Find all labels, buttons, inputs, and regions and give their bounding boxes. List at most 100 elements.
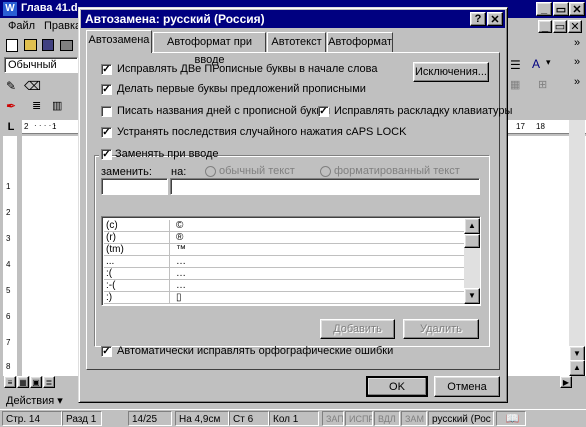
- text-direction-icon[interactable]: ≣: [32, 99, 41, 112]
- two-caps-checkbox[interactable]: ✓: [101, 64, 112, 75]
- status-language[interactable]: русский (Рос: [428, 411, 494, 426]
- font-color-icon[interactable]: A: [532, 57, 540, 71]
- doc-close-button[interactable]: ✕: [568, 20, 582, 33]
- delete-button[interactable]: Удалить: [403, 319, 479, 339]
- status-ovr[interactable]: ЗАМ: [401, 411, 427, 426]
- exceptions-button[interactable]: Исключения...: [413, 62, 489, 82]
- ok-button[interactable]: OK: [366, 376, 428, 397]
- scroll-up-icon[interactable]: ▲: [464, 218, 480, 234]
- page-view-button[interactable]: ▣: [30, 376, 42, 388]
- list-icon[interactable]: ☰: [510, 58, 521, 72]
- first-letter-checkbox[interactable]: ✓: [101, 84, 112, 95]
- cancel-button[interactable]: Отмена: [434, 376, 500, 397]
- eraser-icon[interactable]: ⌫: [24, 79, 41, 93]
- help-button[interactable]: ?: [470, 12, 486, 26]
- status-rec[interactable]: ЗАП: [322, 411, 344, 426]
- entry-to: ™: [176, 244, 186, 255]
- style-box[interactable]: Обычный: [4, 57, 78, 73]
- scroll-down-icon[interactable]: ▼: [464, 288, 480, 304]
- vertical-ruler[interactable]: 1 2 3 4 5 6 7 8: [3, 136, 17, 376]
- list-item[interactable]: (r) ®: [104, 232, 466, 244]
- actions-menu[interactable]: Действия ▾: [6, 394, 63, 407]
- formatted-text-label: форматированный текст: [334, 165, 460, 177]
- status-page: Стр. 14: [2, 411, 62, 426]
- tab-autocorrect[interactable]: Автозамена: [86, 30, 152, 53]
- menu-file[interactable]: Файл: [8, 20, 35, 32]
- toolbar-right-row1: »: [508, 37, 586, 55]
- add-button[interactable]: Добавить: [320, 319, 395, 339]
- replacements-list[interactable]: (c) © (r) ® (tm) ™ ... … :(… :-(… :) ▯: [101, 216, 481, 306]
- pencil-icon[interactable]: ✎: [6, 79, 16, 93]
- active-tab-joiner: [87, 51, 151, 54]
- restore-button[interactable]: ▭: [553, 2, 569, 16]
- entry-to: …: [176, 256, 186, 267]
- new-document-icon[interactable]: [6, 39, 18, 52]
- toolbar-more-icon[interactable]: »: [574, 56, 580, 68]
- vruler-mark-7: 7: [6, 338, 11, 347]
- plain-text-radio[interactable]: [205, 166, 216, 177]
- formatted-text-radio[interactable]: [320, 166, 331, 177]
- entry-from: (r): [104, 232, 170, 244]
- two-caps-label: Исправлять ДВе ПРописные буквы в начале …: [117, 63, 378, 75]
- toolbar-more-icon-3[interactable]: »: [574, 76, 580, 88]
- entry-from: ...: [104, 256, 170, 268]
- open-folder-icon[interactable]: [24, 39, 37, 51]
- list-scrollbar[interactable]: ▲ ▼: [464, 218, 480, 304]
- table-grid-icon[interactable]: ▦: [510, 78, 520, 91]
- auto-spell-label: Автоматически исправлять орфографические…: [117, 345, 394, 357]
- doc-minimize-button[interactable]: _: [538, 20, 552, 33]
- print-icon[interactable]: [60, 40, 73, 51]
- style-box-value: Обычный: [8, 59, 57, 71]
- spelling-status-icon[interactable]: 📖: [496, 411, 526, 426]
- status-trk[interactable]: ИСПР: [345, 411, 373, 426]
- formatting-toolbar-right: ☰ A ▾ »: [508, 56, 586, 74]
- list-item[interactable]: :) ▯: [104, 292, 466, 304]
- scroll-right-icon[interactable]: ▶: [560, 376, 572, 388]
- tab-autotext[interactable]: Автотекст: [267, 32, 326, 52]
- replace-group-header: ✓ Заменять при вводе: [99, 148, 219, 162]
- days-checkbox[interactable]: [101, 106, 112, 117]
- toolbar-right-row3: ▦ ⊞ »: [508, 76, 586, 94]
- list-item[interactable]: :-(…: [104, 280, 466, 292]
- list-item[interactable]: (tm) ™: [104, 244, 466, 256]
- tab-autoformat-as-you-type[interactable]: Автоформат при вводе: [153, 32, 266, 66]
- word-window-title: Глава 41.d: [21, 2, 78, 14]
- with-input[interactable]: [170, 178, 480, 195]
- entry-from: :): [104, 292, 170, 304]
- entry-from: (c): [104, 220, 170, 232]
- list-item[interactable]: (c) ©: [104, 220, 466, 232]
- status-ext[interactable]: ВДЛ: [374, 411, 400, 426]
- auto-spell-checkbox[interactable]: ✓: [101, 346, 112, 357]
- toolbar-more-icon-2[interactable]: »: [574, 37, 580, 49]
- minimize-button[interactable]: _: [536, 2, 552, 16]
- prev-page-icon[interactable]: ▲: [569, 360, 585, 376]
- document-vertical-scrollbar[interactable]: ▼ ▲: [569, 120, 585, 376]
- columns-icon[interactable]: ▥: [52, 99, 62, 112]
- standard-toolbar: [2, 36, 82, 54]
- border-color-icon[interactable]: ✒: [6, 99, 16, 113]
- list-item[interactable]: :(…: [104, 268, 466, 280]
- dialog-close-button[interactable]: ✕: [487, 12, 503, 26]
- word-close-button[interactable]: ✕: [569, 2, 585, 16]
- keyboard-layout-checkbox[interactable]: ✓: [318, 106, 329, 117]
- scroll-thumb[interactable]: [464, 234, 480, 248]
- replace-as-type-checkbox[interactable]: ✓: [101, 149, 112, 160]
- align-icon[interactable]: ⊞: [538, 78, 547, 91]
- entry-from: :(: [104, 268, 170, 280]
- menu-edit[interactable]: Правка: [44, 20, 81, 32]
- replace-input[interactable]: [101, 178, 168, 195]
- list-item[interactable]: ... …: [104, 256, 466, 268]
- status-pages: 14/25: [128, 411, 172, 426]
- web-view-button[interactable]: ▦: [17, 376, 29, 388]
- drawing-toolbar: ✎ ⌫: [4, 78, 78, 96]
- save-icon[interactable]: [42, 39, 54, 51]
- outline-view-button[interactable]: ≣: [43, 376, 55, 388]
- tab-autoformat[interactable]: Автоформат: [327, 32, 393, 52]
- caps-lock-checkbox[interactable]: ✓: [101, 127, 112, 138]
- entry-to: ▯: [176, 292, 182, 303]
- normal-view-button[interactable]: ≡: [4, 376, 16, 388]
- chevron-down-icon[interactable]: ▾: [546, 57, 551, 68]
- doc-restore-button[interactable]: ▭: [553, 20, 567, 33]
- first-letter-label: Делать первые буквы предложений прописны…: [117, 83, 366, 95]
- tab-selector[interactable]: L: [4, 120, 18, 134]
